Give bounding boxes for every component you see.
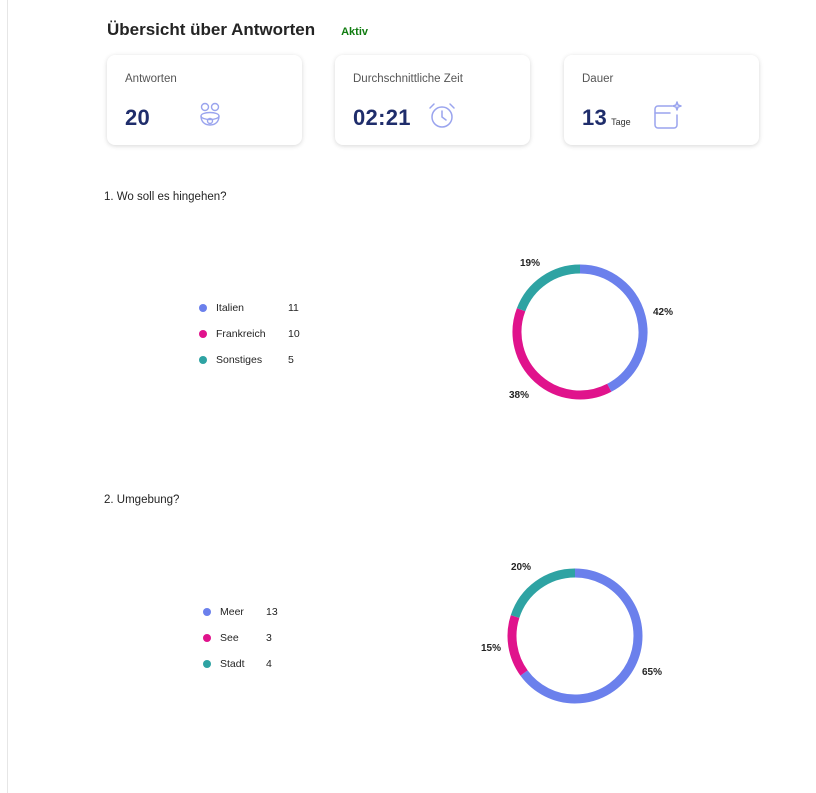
question-1-legend: Italien 11 Frankreich 10 Sonstiges 5: [199, 295, 300, 373]
legend-item: Stadt 4: [203, 651, 278, 677]
donut-percent-label: 15%: [481, 643, 502, 654]
legend-dot: [199, 356, 207, 364]
donut-slice-see: [507, 615, 528, 676]
legend-count: 13: [266, 606, 278, 618]
legend-label: Frankreich: [216, 328, 266, 340]
legend-item: Frankreich 10: [199, 321, 300, 347]
legend-item: See 3: [203, 625, 278, 651]
alarm-clock-icon: [429, 103, 455, 128]
legend-label: See: [220, 632, 239, 644]
legend-item: Italien 11: [199, 295, 300, 321]
donut-slice-italien: [579, 264, 648, 392]
legend-dot: [203, 634, 211, 642]
legend-item: Meer 13: [203, 599, 278, 625]
legend-label: Italien: [216, 302, 245, 314]
legend-label: Meer: [220, 606, 244, 618]
card-number: 02:21: [353, 105, 411, 130]
question-2-title: 2. Umgebung?: [104, 494, 180, 506]
legend-count: 5: [288, 354, 294, 366]
responses-card: Antworten 20: [107, 55, 302, 145]
donut-percent-label: 42%: [653, 307, 674, 318]
average-time-card: Durchschnittliche Zeit 02:21: [335, 55, 530, 145]
donut-slice-stadt: [510, 568, 576, 619]
card-label: Antworten: [125, 73, 177, 85]
card-value: 02:21: [353, 105, 411, 131]
card-value: 13 Tage: [582, 105, 631, 131]
donut-percent-label: 38%: [509, 390, 530, 401]
status-badge: Aktiv: [341, 26, 369, 38]
legend-label: Sonstiges: [216, 354, 263, 366]
card-number: 20: [125, 105, 151, 130]
legend-label: Stadt: [220, 658, 245, 670]
donut-percent-label: 19%: [520, 258, 541, 269]
legend-count: 10: [288, 328, 300, 340]
card-value: 20: [125, 105, 150, 131]
card-label: Durchschnittliche Zeit: [353, 73, 463, 85]
question-2-legend: Meer 13 See 3 Stadt 4: [203, 599, 278, 677]
duration-card: Dauer 13 Tage: [564, 55, 759, 145]
card-label: Dauer: [582, 73, 614, 85]
legend-count: 11: [288, 302, 299, 314]
legend-dot: [203, 660, 211, 668]
people-icon: [200, 102, 220, 126]
card-number: 13: [582, 105, 608, 130]
question-1-donut-chart: [512, 264, 648, 400]
legend-dot: [199, 304, 207, 312]
donut-slice-sonstiges: [516, 264, 581, 312]
question-2-donut-chart: [507, 568, 643, 704]
legend-count: 3: [266, 632, 272, 644]
donut-slice-frankreich: [512, 308, 612, 400]
legend-dot: [203, 608, 211, 616]
left-divider: [7, 0, 8, 793]
legend-dot: [199, 330, 207, 338]
donut-percent-label: 65%: [642, 667, 663, 678]
legend-count: 4: [266, 658, 272, 670]
donut-slice-meer: [520, 568, 643, 704]
question-1-title: 1. Wo soll es hingehen?: [104, 191, 227, 203]
summary-header: Übersicht über Antworten Aktiv: [107, 20, 368, 40]
card-unit: Tage: [611, 117, 631, 127]
page-title: Übersicht über Antworten: [107, 20, 316, 39]
legend-item: Sonstiges 5: [199, 347, 300, 373]
donut-percent-label: 20%: [511, 562, 532, 573]
calendar-sparkle-icon: [654, 101, 682, 129]
